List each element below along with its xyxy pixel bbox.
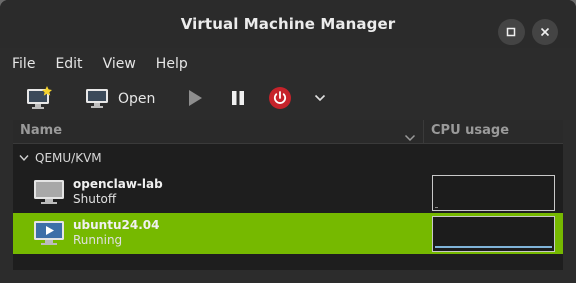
sort-chevron-icon[interactable] [404, 127, 416, 146]
cpu-usage-graph [432, 216, 555, 252]
new-vm-icon [27, 86, 52, 109]
menu-view[interactable]: View [103, 54, 136, 74]
column-header-name[interactable]: Name [20, 123, 62, 138]
column-divider[interactable] [423, 120, 424, 144]
vm-row[interactable]: openclaw-lab Shutoff [13, 172, 563, 213]
menu-help[interactable]: Help [156, 54, 188, 74]
vm-list-header: Name CPU usage [13, 120, 563, 144]
vm-status: Running [73, 233, 123, 247]
open-button[interactable]: Open [118, 89, 155, 109]
vm-name: openclaw-lab [73, 177, 163, 191]
monitor-icon [86, 89, 108, 108]
maximize-button[interactable] [498, 19, 524, 45]
close-button[interactable] [532, 19, 558, 45]
pause-button[interactable] [227, 87, 249, 109]
cpu-usage-line [435, 246, 552, 248]
open-button-icon-wrap[interactable] [84, 85, 110, 111]
expander-chevron-icon[interactable] [19, 154, 29, 162]
power-icon [269, 87, 291, 109]
close-icon [540, 27, 550, 37]
maximize-icon [506, 27, 516, 37]
column-header-cpu[interactable]: CPU usage [431, 123, 509, 138]
vm-shutoff-icon [34, 180, 64, 204]
cpu-usage-graph [432, 175, 555, 211]
vm-name: ubuntu24.04 [73, 218, 160, 232]
connection-label: QEMU/KVM [35, 151, 102, 165]
app-window: Virtual Machine Manager File Edit View H… [0, 0, 576, 283]
title-bar[interactable]: Virtual Machine Manager [0, 0, 576, 48]
new-vm-button[interactable] [24, 84, 54, 112]
run-button[interactable] [184, 87, 206, 109]
play-icon [189, 90, 202, 106]
vm-row-selected[interactable]: ubuntu24.04 Running [13, 213, 563, 254]
cpu-usage-baseline [435, 207, 438, 208]
vm-list: Name CPU usage QEMU/KVM openclaw-lab Shu… [13, 120, 563, 270]
toolbar: Open [0, 80, 576, 118]
vm-status: Shutoff [73, 192, 117, 206]
menu-edit[interactable]: Edit [55, 54, 82, 74]
connection-group[interactable]: QEMU/KVM [13, 147, 563, 169]
shutdown-menu-button[interactable] [312, 90, 328, 106]
shutdown-button[interactable] [267, 85, 293, 111]
open-button-label: Open [118, 91, 156, 107]
menu-file[interactable]: File [12, 54, 35, 74]
vm-running-icon [34, 221, 64, 245]
chevron-down-icon [314, 94, 326, 102]
pause-icon [232, 91, 244, 105]
menu-bar: File Edit View Help [0, 50, 576, 78]
window-title: Virtual Machine Manager [180, 15, 396, 33]
